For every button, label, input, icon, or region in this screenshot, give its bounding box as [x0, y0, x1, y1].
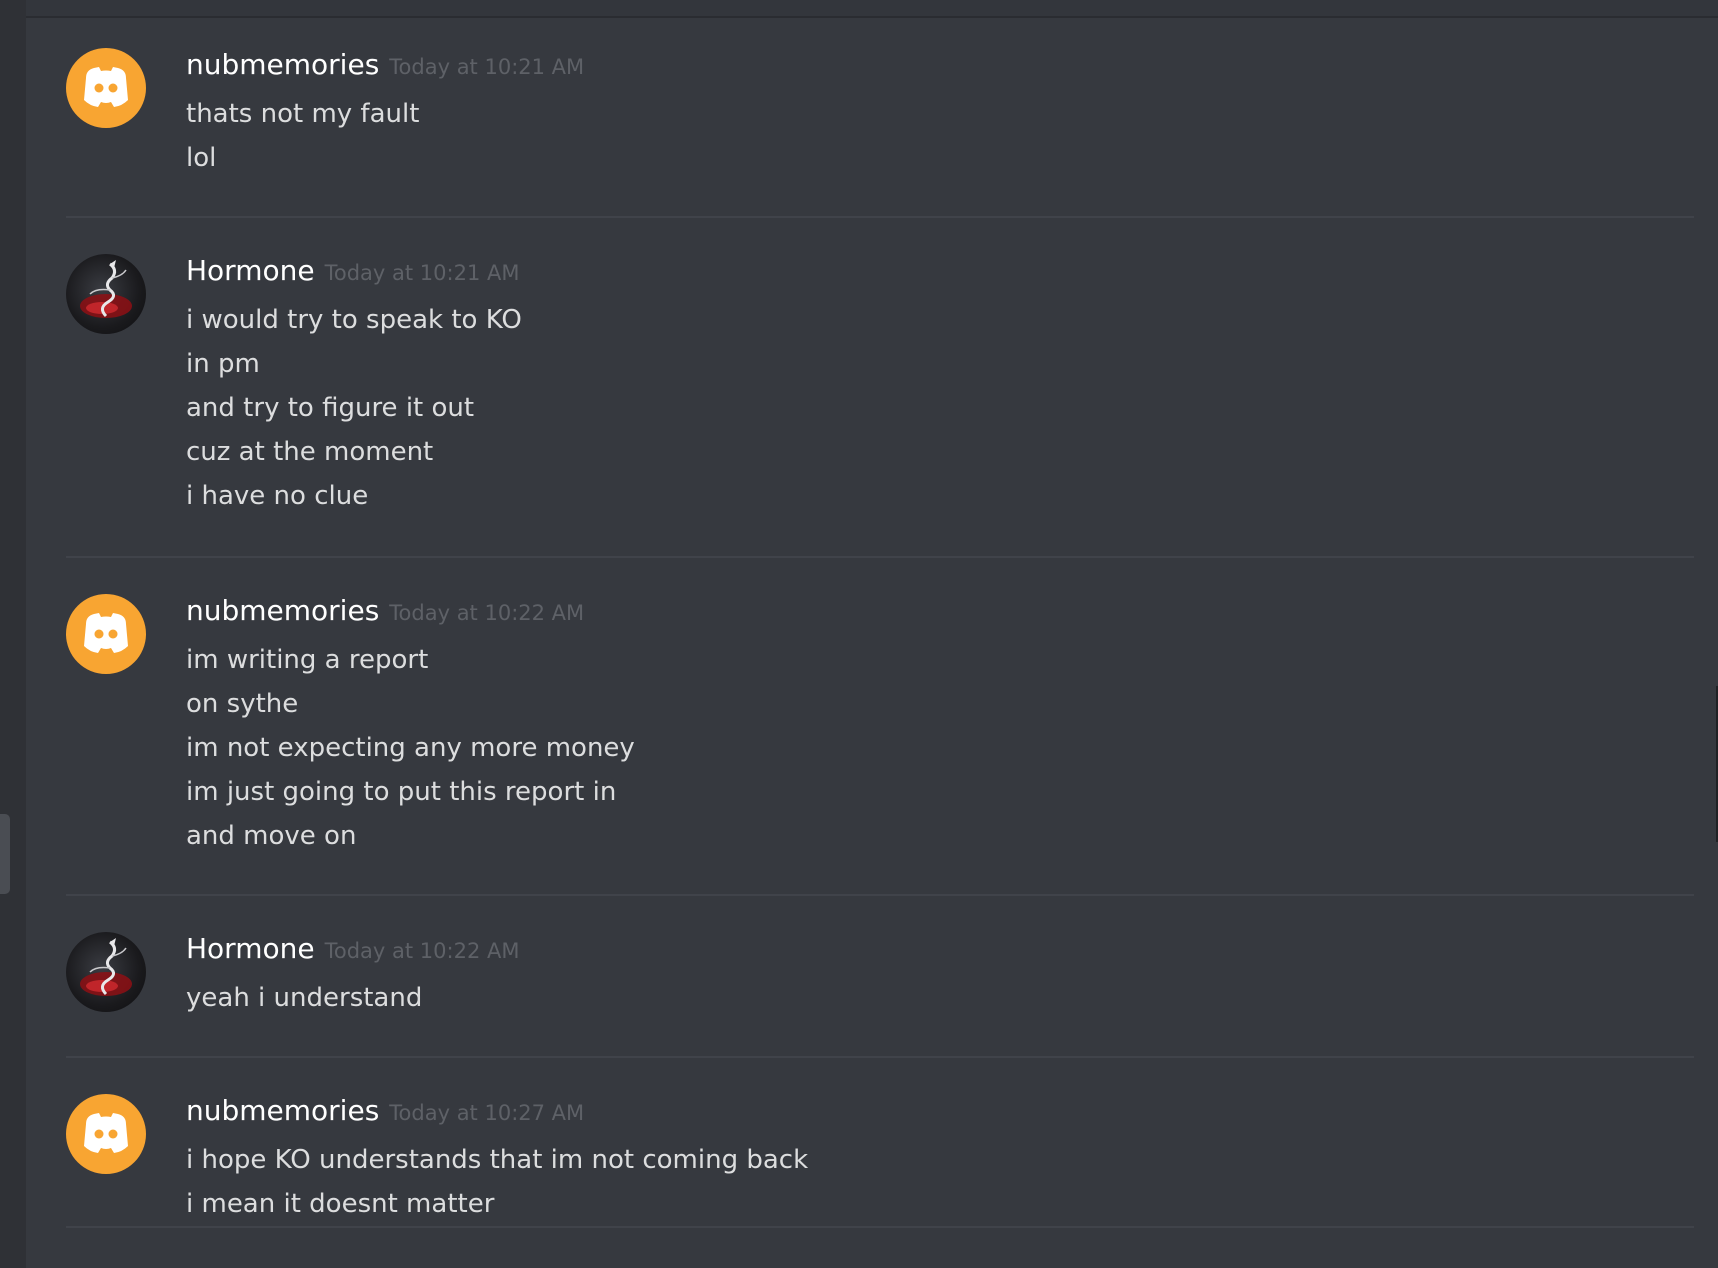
avatar[interactable] — [66, 594, 146, 674]
message-header: nubmemories Today at 10:21 AM — [186, 48, 584, 88]
message-divider — [66, 556, 1694, 558]
message-line[interactable]: on sythe — [186, 682, 1666, 726]
message-line[interactable]: and move on — [186, 814, 1666, 858]
message-content: yeah i understand — [186, 976, 1666, 1020]
message-header: nubmemories Today at 10:22 AM — [186, 594, 584, 634]
message-group: nubmemories Today at 10:27 AM i hope KO u… — [66, 1094, 1694, 1244]
avatar[interactable] — [66, 254, 146, 334]
discord-logo-icon — [84, 1113, 128, 1153]
sidebar-scrollbar-thumb[interactable] — [0, 814, 10, 894]
message-line[interactable]: cuz at the moment — [186, 430, 1666, 474]
timestamp[interactable]: Today at 10:21 AM — [389, 55, 584, 79]
message-line[interactable]: yeah i understand — [186, 976, 1666, 1020]
message-content: im writing a report on sythe im not expe… — [186, 638, 1666, 858]
message-header: Hormone Today at 10:22 AM — [186, 932, 519, 972]
message-line[interactable]: thats not my fault — [186, 92, 1666, 136]
message-divider — [66, 1226, 1694, 1228]
timestamp[interactable]: Today at 10:22 AM — [389, 601, 584, 625]
message-content: thats not my fault lol — [186, 92, 1666, 180]
message-line[interactable]: i would try to speak to KO — [186, 298, 1666, 342]
message-group: Hormone Today at 10:21 AM i would try to … — [66, 254, 1694, 554]
message-group: nubmemories Today at 10:21 AM thats not m… — [66, 48, 1694, 198]
discord-logo-icon — [84, 67, 128, 107]
chat-top-edge — [26, 0, 1718, 18]
message-group: nubmemories Today at 10:22 AM im writing … — [66, 594, 1694, 894]
timestamp[interactable]: Today at 10:27 AM — [389, 1101, 584, 1125]
message-line[interactable]: im just going to put this report in — [186, 770, 1666, 814]
username[interactable]: Hormone — [186, 254, 315, 287]
message-line[interactable]: in pm — [186, 342, 1666, 386]
message-divider — [66, 216, 1694, 218]
left-sidebar-edge — [0, 0, 26, 1268]
message-line[interactable]: i have no clue — [186, 474, 1666, 518]
message-divider — [66, 894, 1694, 896]
message-line[interactable]: and try to figure it out — [186, 386, 1666, 430]
discord-logo-icon — [84, 613, 128, 653]
message-divider — [66, 1056, 1694, 1058]
message-content: i hope KO understands that im not coming… — [186, 1138, 1666, 1226]
message-line[interactable]: im not expecting any more money — [186, 726, 1666, 770]
red-dragon-avatar — [80, 938, 132, 996]
message-line[interactable]: i mean it doesnt matter — [186, 1182, 1666, 1226]
timestamp[interactable]: Today at 10:22 AM — [325, 939, 520, 963]
message-line[interactable]: i hope KO understands that im not coming… — [186, 1138, 1666, 1182]
avatar[interactable] — [66, 48, 146, 128]
message-group: Hormone Today at 10:22 AM yeah i understa… — [66, 932, 1694, 1052]
message-line[interactable]: im writing a report — [186, 638, 1666, 682]
message-header: Hormone Today at 10:21 AM — [186, 254, 519, 294]
red-dragon-avatar — [80, 260, 132, 318]
message-header: nubmemories Today at 10:27 AM — [186, 1094, 584, 1134]
username[interactable]: Hormone — [186, 932, 315, 965]
timestamp[interactable]: Today at 10:21 AM — [325, 261, 520, 285]
avatar[interactable] — [66, 932, 146, 1012]
username[interactable]: nubmemories — [186, 594, 379, 627]
message-content: i would try to speak to KO in pm and try… — [186, 298, 1666, 518]
username[interactable]: nubmemories — [186, 1094, 379, 1127]
message-line[interactable]: lol — [186, 136, 1666, 180]
username[interactable]: nubmemories — [186, 48, 379, 81]
message-list: nubmemories Today at 10:21 AM thats not m… — [26, 18, 1718, 1268]
avatar[interactable] — [66, 1094, 146, 1174]
